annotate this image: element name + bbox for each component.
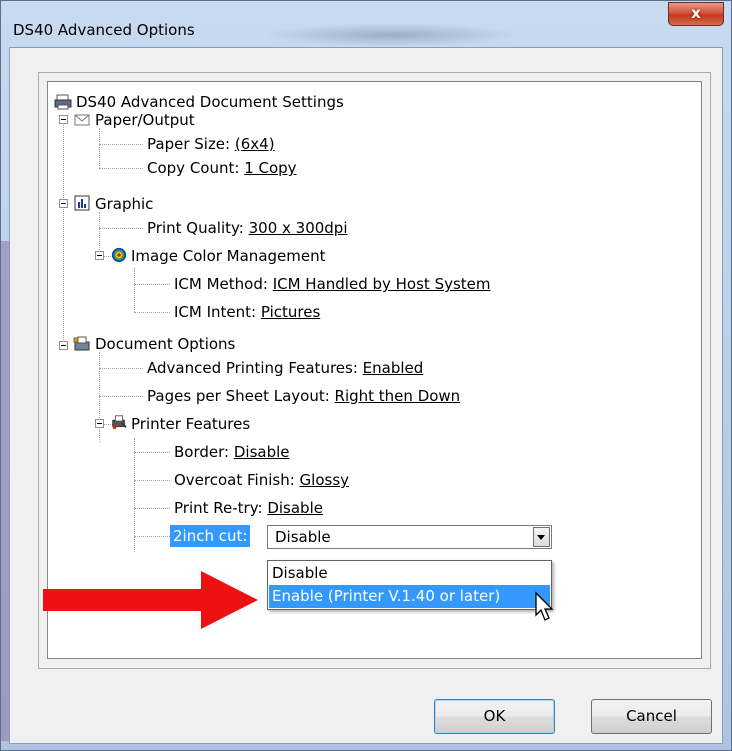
tree-item-icm[interactable]: Image Color Management	[131, 245, 326, 267]
printer-features-icon	[112, 415, 127, 430]
tree-item-paper-output[interactable]: Paper/Output	[95, 109, 195, 131]
tree-item-overcoat[interactable]: Overcoat Finish: Glossy	[174, 469, 349, 491]
tree-line	[134, 438, 135, 552]
tree-line	[99, 352, 100, 442]
client-area: DS40 Advanced Document Settings Paper/Ou…	[9, 47, 723, 744]
cut-dropdown-list: Disable Enable (Printer V.1.40 or later)	[267, 560, 552, 610]
combo-value: Disable	[275, 528, 331, 546]
graphic-icon	[74, 195, 90, 211]
tree-line	[99, 128, 100, 168]
tree-item-paper-size[interactable]: Paper Size: (6x4)	[147, 133, 275, 155]
setting-label: Paper Size:	[147, 135, 235, 153]
tree-line	[99, 228, 143, 229]
chevron-down-icon[interactable]	[533, 527, 550, 547]
setting-label: Print Quality:	[147, 219, 249, 237]
close-icon: x	[691, 4, 701, 22]
tree-item-icm-method[interactable]: ICM Method: ICM Handled by Host System	[174, 273, 491, 295]
close-button[interactable]: x	[668, 2, 724, 26]
tree-item-printer-features[interactable]: Printer Features	[131, 413, 250, 435]
tree-line	[134, 508, 170, 509]
setting-value[interactable]: Pictures	[261, 303, 320, 321]
window-edge-shade	[1, 241, 9, 741]
setting-label: Advanced Printing Features:	[147, 359, 363, 377]
mouse-cursor-icon	[535, 591, 554, 621]
cancel-button[interactable]: Cancel	[591, 699, 712, 734]
setting-label: Copy Count:	[147, 159, 245, 177]
tree-item-print-retry[interactable]: Print Re-try: Disable	[174, 497, 323, 519]
tree-line	[99, 368, 143, 369]
envelope-icon	[74, 114, 90, 126]
tree-item-icm-intent[interactable]: ICM Intent: Pictures	[174, 301, 320, 323]
setting-value[interactable]: 1 Copy	[244, 159, 296, 177]
tree-item-pages-layout[interactable]: Pages per Sheet Layout: Right then Down	[147, 385, 460, 407]
dropdown-option-enable[interactable]: Enable (Printer V.1.40 or later)	[269, 585, 550, 608]
setting-value[interactable]: (6x4)	[235, 135, 275, 153]
tree-line	[134, 312, 170, 313]
setting-label: Pages per Sheet Layout:	[147, 387, 335, 405]
setting-value[interactable]: ICM Handled by Host System	[273, 275, 491, 293]
setting-value[interactable]: Glossy	[300, 471, 349, 489]
collapse-icon[interactable]	[59, 115, 68, 124]
setting-value[interactable]: Enabled	[363, 359, 424, 377]
collapse-icon[interactable]	[59, 341, 68, 350]
color-wheel-icon	[111, 247, 127, 263]
tree-line	[134, 480, 170, 481]
setting-label: Print Re-try:	[174, 499, 268, 517]
cut-combobox[interactable]: Disable	[267, 525, 552, 549]
dropdown-option-disable[interactable]: Disable	[269, 562, 550, 585]
tree-line	[134, 536, 170, 537]
tree-item-print-quality[interactable]: Print Quality: 300 x 300dpi	[147, 217, 348, 239]
dialog-window: DS40 Advanced Options x DS40 Advanced Do…	[0, 0, 732, 751]
tree-item-advanced-printing[interactable]: Advanced Printing Features: Enabled	[147, 357, 423, 379]
window-title: DS40 Advanced Options	[13, 21, 195, 39]
red-arrow-annotation	[43, 571, 258, 629]
title-bar[interactable]: DS40 Advanced Options x	[1, 1, 731, 47]
tree-line	[134, 452, 170, 453]
tree-line	[99, 396, 143, 397]
tree-line	[99, 168, 143, 169]
tree-line	[99, 144, 143, 145]
title-glow	[261, 23, 521, 47]
setting-value[interactable]: 300 x 300dpi	[249, 219, 348, 237]
printer-icon	[54, 94, 72, 110]
setting-value[interactable]: Disable	[234, 443, 290, 461]
setting-label: Border:	[174, 443, 234, 461]
collapse-icon[interactable]	[59, 199, 68, 208]
setting-label: Overcoat Finish:	[174, 471, 300, 489]
tree-item-graphic[interactable]: Graphic	[95, 193, 153, 215]
tree-item-document-options[interactable]: Document Options	[95, 333, 235, 355]
collapse-icon[interactable]	[95, 419, 104, 428]
setting-label: ICM Intent:	[174, 303, 261, 321]
collapse-icon[interactable]	[95, 251, 104, 260]
tree-line	[134, 268, 135, 312]
tree-line	[134, 284, 170, 285]
setting-label: ICM Method:	[174, 275, 273, 293]
cut-label-selected[interactable]: 2inch cut:	[170, 525, 251, 547]
ok-button[interactable]: OK	[434, 699, 555, 734]
tree-item-copy-count[interactable]: Copy Count: 1 Copy	[147, 157, 297, 179]
tree-line	[63, 116, 64, 346]
document-options-icon	[73, 336, 90, 351]
setting-value[interactable]: Disable	[267, 499, 323, 517]
tree-item-border[interactable]: Border: Disable	[174, 441, 290, 463]
setting-value[interactable]: Right then Down	[335, 387, 461, 405]
